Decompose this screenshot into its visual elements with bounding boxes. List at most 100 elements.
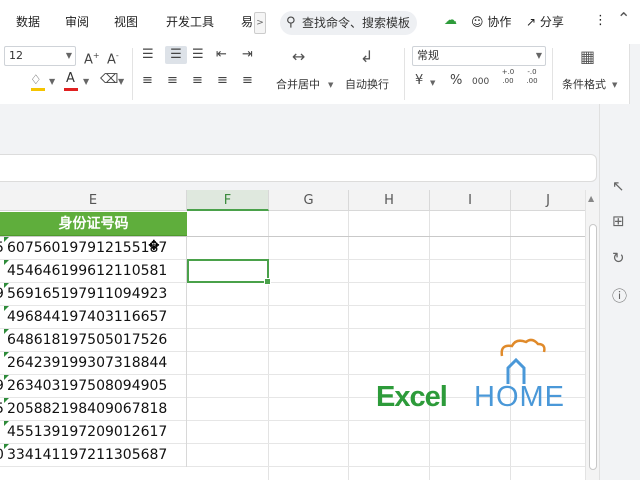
align-bottom-icon[interactable]: ☰ [192,46,204,64]
search-icon: ⚲ [286,15,296,30]
font-size-select[interactable]: 12 ▼ [4,46,76,66]
collapse-ribbon-icon[interactable]: ⌃ [617,9,630,28]
chevron-down-icon[interactable]: ▼ [49,73,55,91]
backup-icon[interactable]: ↻ [612,249,625,267]
conditional-format-icon: ▦ [580,47,596,66]
text-number-marker [4,329,9,334]
wrap-text-icon: ↲ [360,47,374,66]
scrollbar-thumb[interactable] [589,224,597,470]
chevron-down-icon[interactable]: ▼ [83,73,89,91]
menu-developer[interactable]: 开发工具 [166,13,214,30]
ribbon-divider [132,48,133,100]
id-number-text: 455139197209012617 [7,424,168,440]
font-size-value: 12 [9,49,23,62]
increase-font-icon[interactable]: A+ [84,47,100,69]
collab-button[interactable]: ☺ 协作 [471,13,511,30]
indent-increase-icon[interactable]: ⇥ [242,46,253,64]
font-color-swatch [64,88,78,91]
thousands-separator-button[interactable]: 000 [472,73,489,91]
id-number-cell[interactable]: 455139197209012617 [0,421,187,444]
eraser-icon[interactable]: ⌫ [100,71,118,89]
id-number-text: 648618197505017526 [7,332,168,348]
table-row [0,467,585,480]
menu-review[interactable]: 审阅 [65,13,89,30]
column-header-h[interactable]: H [349,190,430,211]
indent-decrease-icon[interactable]: ⇤ [216,46,227,64]
menu-scroll-right-button[interactable]: > [254,12,266,34]
properties-icon[interactable]: ⊞ [612,212,625,230]
left-edge-char: 9 [0,375,4,398]
id-number-cell[interactable]: 496844197403116657 [0,306,187,329]
vertical-scrollbar[interactable]: ▲ [585,190,599,480]
id-number-cell[interactable]: 0334141197211305687 [0,444,187,467]
cloud-sync-icon[interactable]: ☁ [444,13,457,28]
align-middle-icon[interactable]: ☰ [165,46,187,64]
left-edge-char: 5 [0,398,4,421]
table-row [0,212,585,237]
ribbon-scroll-right[interactable] [629,44,640,104]
id-number-cell[interactable]: 454646199612110581 [0,260,187,283]
formula-bar[interactable] [0,154,597,182]
id-number-text: 569165197911094923 [7,286,168,302]
align-justify-icon[interactable]: ≡ [217,72,228,90]
align-right-icon[interactable]: ≡ [192,72,203,90]
menu-data[interactable]: 数据 [16,13,40,30]
menu-bar: 数据 审阅 视图 开发工具 易 > ⚲ 查找命令、搜索模板 ☁ ☺ 协作 ↗ 分… [0,0,640,44]
more-options-icon[interactable]: ⋮ [594,13,607,28]
decrease-font-icon[interactable]: A- [107,47,119,69]
merge-center-button[interactable]: ↔ 合并居中 ▼ [272,46,336,96]
chevron-down-icon: ▼ [535,51,542,60]
left-edge-char: 9 [0,283,4,306]
distributed-align-icon[interactable]: ≡ [242,72,253,90]
scroll-up-icon[interactable]: ▲ [588,194,594,203]
wrap-text-button[interactable]: ↲ 自动换行 [342,46,398,96]
text-number-marker [4,306,9,311]
align-left-icon[interactable]: ≡ [142,72,153,90]
column-header-g[interactable]: G [269,190,349,211]
select-pointer-icon[interactable]: ↖ [612,177,625,195]
column-header-i[interactable]: I [430,190,511,211]
column-header-j[interactable]: J [511,190,585,211]
merge-center-label: 合并居中 [276,78,320,91]
share-button[interactable]: ↗ 分享 [526,13,564,30]
user-add-icon: ☺ [471,15,484,29]
text-number-marker [4,352,9,357]
id-number-cell[interactable]: 264239199307318844 [0,352,187,375]
command-search-box[interactable]: ⚲ 查找命令、搜索模板 [280,11,417,35]
chevron-down-icon[interactable]: ▼ [430,74,435,92]
number-format-select[interactable]: 常规 ▼ [412,46,546,66]
watermark-home-text: HOME [474,381,565,413]
font-color-icon[interactable]: A [66,70,75,88]
menu-view[interactable]: 视图 [114,13,138,30]
conditional-format-button[interactable]: ▦ 条件格式 ▼ [558,46,622,96]
id-number-cell[interactable]: 9263403197508094905 [0,375,187,398]
id-number-cell[interactable]: 648618197505017526 [0,329,187,352]
spreadsheet-grid[interactable]: E F G H I J 身份证号码 5607560197912155187 45… [0,190,585,480]
percent-button[interactable]: % [450,72,462,90]
text-number-marker [4,421,9,426]
fill-color-swatch [31,88,45,91]
text-number-marker [4,237,9,242]
decrease-decimal-button[interactable]: -.0 .00 [522,68,542,86]
currency-button[interactable]: ¥ [415,72,423,90]
help-icon[interactable]: ⓘ [612,285,627,306]
table-row: 496844197403116657 [0,306,585,329]
id-number-cell[interactable]: 9569165197911094923 [0,283,187,306]
mouse-cursor-icon: ✥ [148,238,160,254]
menu-truncated[interactable]: 易 [241,13,253,30]
spreadsheet-app: 数据 审阅 视图 开发工具 易 > ⚲ 查找命令、搜索模板 ☁ ☺ 协作 ↗ 分… [0,0,640,480]
align-top-icon[interactable]: ☰ [142,46,154,64]
id-number-cell[interactable]: 5205882198409067818 [0,398,187,421]
chevron-down-icon[interactable]: ▼ [118,73,124,91]
id-number-text: 263403197508094905 [7,378,168,394]
number-format-value: 常规 [417,49,439,62]
table-row: 0334141197211305687 [0,444,585,467]
column-header-f[interactable]: F [187,190,269,211]
align-center-icon[interactable]: ≡ [167,72,178,90]
active-cell-f3[interactable] [187,259,271,285]
increase-decimal-button[interactable]: +.0 .00 [498,68,518,86]
column-header-e[interactable]: E [0,190,187,211]
share-label: 分享 [539,15,564,29]
id-number-text: 496844197403116657 [7,309,168,325]
table-row: 5607560197912155187 [0,237,585,260]
